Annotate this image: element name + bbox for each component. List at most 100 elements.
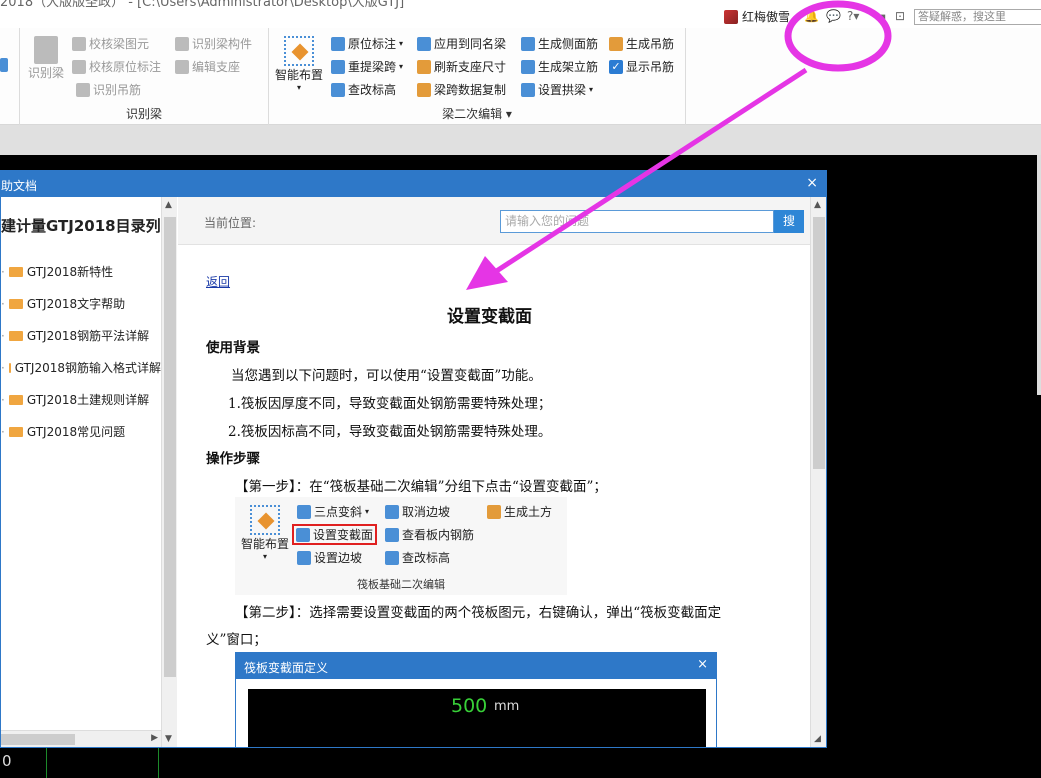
- ribbon: 识别梁 校核梁图元 识别梁构件 校核原位标注 编辑支座 识别吊筋 识别梁 智能布…: [0, 28, 1041, 125]
- list-item: 2.筏板因标高不同，导致变截面处钢筋需要特殊处理。: [228, 424, 552, 440]
- window-title: 2018（大版版圣政） - [C:\Users\Administrator\De…: [0, 0, 405, 10]
- scroll-up-icon[interactable]: ▲: [814, 200, 821, 210]
- embed-group-label: 筏板基础二次编辑: [357, 578, 445, 591]
- re-extract-span-button[interactable]: 重提梁跨 ▾: [331, 58, 403, 75]
- scroll-thumb[interactable]: [1, 734, 75, 745]
- avatar: [724, 9, 738, 24]
- tree-item[interactable]: · GTJ2018新特性: [1, 263, 161, 280]
- copy-span-data-button[interactable]: 梁跨数据复制: [417, 81, 506, 98]
- view-slab-rebar-item: 查看板内钢筋: [385, 526, 474, 543]
- refresh-icon: [417, 59, 431, 74]
- folder-icon: [8, 298, 23, 309]
- tree-item[interactable]: · GTJ2018土建规则详解: [1, 391, 161, 408]
- status-bar: 0: [0, 748, 1041, 778]
- item-label: 设置边坡: [314, 551, 363, 565]
- variable-section-icon: [296, 527, 310, 542]
- close-icon[interactable]: ×: [806, 175, 818, 191]
- user-account[interactable]: 红梅傲雪: [724, 8, 790, 25]
- scroll-down-icon[interactable]: ▼: [165, 734, 172, 744]
- set-variable-section-item: 设置变截面: [292, 524, 378, 545]
- hanger-icon: [609, 36, 623, 51]
- status-divider: [158, 748, 159, 778]
- help-search-input[interactable]: 请输入您的问题: [500, 210, 774, 233]
- restore-icon[interactable]: ⊡: [895, 9, 905, 23]
- folder-icon: [8, 362, 11, 373]
- apply-icon: [417, 36, 431, 51]
- help-title-bar[interactable]: 助文档 ×: [1, 171, 826, 197]
- show-hanger-checkbox[interactable]: ✓ 显示吊筋: [609, 58, 674, 75]
- drawing-scrollbar[interactable]: [1037, 155, 1041, 395]
- help-tree-panel: 建计量GTJ2018目录列 · GTJ2018新特性 · GTJ2018文字帮助 ·…: [1, 197, 161, 747]
- tree-item[interactable]: · GTJ2018钢筋输入格式详解: [1, 359, 161, 376]
- slope-icon: [297, 504, 311, 519]
- smart-layout-button[interactable]: 智能布置 ▾: [275, 36, 323, 92]
- refresh-support-label: 刷新支座尺寸: [434, 60, 507, 74]
- item-label: 设置变截面: [313, 528, 374, 542]
- check-annotation-label: 校核原位标注: [89, 60, 162, 74]
- edit-support-label: 编辑支座: [192, 60, 241, 74]
- scroll-thumb[interactable]: [813, 217, 825, 469]
- generate-hanger-button[interactable]: 生成吊筋: [609, 35, 674, 52]
- hanger-icon: [76, 82, 90, 97]
- tree-item[interactable]: · GTJ2018文字帮助: [1, 295, 161, 312]
- chat-icon[interactable]: 💬: [826, 9, 841, 23]
- dropdown-arrow-icon: ▾: [399, 39, 404, 48]
- group-label-beam-edit[interactable]: 梁二次编辑 ▾: [269, 105, 685, 122]
- arch-icon: [521, 82, 535, 97]
- ribbon-group-beam-edit: 智能布置 ▾ 原位标注 ▾ 重提梁跨 ▾ 查改标高 应用到同名梁 刷新支座尺寸 梁跨…: [269, 28, 686, 125]
- scroll-thumb[interactable]: [164, 217, 176, 677]
- help-search-button[interactable]: 搜: [774, 210, 804, 233]
- top-search-input[interactable]: 答疑解惑，搜这里: [914, 9, 1041, 25]
- check-elevation-button[interactable]: 查改标高: [331, 81, 396, 98]
- help-icon[interactable]: ?▾: [847, 9, 859, 23]
- check-beam-label: 校核梁图元: [89, 37, 150, 51]
- generate-earthwork-item: 生成土方: [487, 503, 552, 520]
- copy-icon: [417, 82, 431, 97]
- tree-item-label: GTJ2018新特性: [26, 265, 114, 279]
- arch-beam-button[interactable]: 设置拱梁 ▾: [521, 81, 593, 98]
- inplace-annotation-label: 原位标注: [348, 37, 397, 51]
- dialog-title-bar: 筏板变截面定义 ×: [236, 653, 716, 679]
- recognize-hanger-label: 识别吊筋: [93, 83, 142, 97]
- tree-item[interactable]: · GTJ2018常见问题: [1, 423, 161, 440]
- partial-icon: [0, 58, 8, 72]
- step-two-text-cont: 义”窗口；: [206, 632, 267, 648]
- edit-support-button[interactable]: 编辑支座: [175, 58, 240, 75]
- erection-rebar-button[interactable]: 生成架立筋: [521, 58, 598, 75]
- check-annotation-button[interactable]: 校核原位标注: [72, 58, 161, 75]
- beam-icon: [34, 36, 58, 64]
- back-link[interactable]: 返回: [206, 273, 230, 290]
- item-label: 生成土方: [504, 505, 553, 519]
- scroll-up-icon[interactable]: ▲: [165, 200, 172, 210]
- earthwork-icon: [487, 504, 501, 519]
- folder-icon: [8, 266, 23, 277]
- resize-grip-icon[interactable]: ◢: [814, 734, 821, 744]
- recognize-beam-member-button[interactable]: 识别梁构件: [175, 35, 252, 52]
- minimize-icon[interactable]: ▬: [875, 9, 886, 23]
- rebar-icon: [385, 527, 399, 542]
- tree-horizontal-scrollbar[interactable]: ▶: [1, 730, 161, 747]
- recognize-beam-button[interactable]: 识别梁: [28, 36, 64, 81]
- tree-vertical-scrollbar[interactable]: ▲ ▼: [161, 197, 177, 747]
- scroll-right-icon[interactable]: ▶: [151, 733, 158, 743]
- dropdown-arrow-icon: ▾: [589, 85, 594, 94]
- three-point-slope-item: 三点变斜 ▾: [297, 503, 369, 520]
- re-extract-span-label: 重提梁跨: [348, 60, 397, 74]
- inplace-annotation-button[interactable]: 原位标注 ▾: [331, 35, 403, 52]
- dimension-value: 500: [451, 695, 488, 717]
- folder-icon: [8, 330, 23, 341]
- side-rebar-button[interactable]: 生成侧面筋: [521, 35, 598, 52]
- dropdown-arrow-icon: ▾: [297, 83, 302, 92]
- item-label: 三点变斜: [314, 505, 363, 519]
- content-vertical-scrollbar[interactable]: ▲ ◢: [810, 197, 826, 747]
- title-bar: 2018（大版版圣政） - [C:\Users\Administrator\De…: [0, 0, 1041, 28]
- folder-icon: [8, 394, 23, 405]
- tree-item[interactable]: · GTJ2018钢筋平法详解: [1, 327, 161, 344]
- bell-icon[interactable]: 🔔: [804, 9, 819, 23]
- check-icon: [72, 36, 86, 51]
- apply-same-name-button[interactable]: 应用到同名梁: [417, 35, 506, 52]
- refresh-support-button[interactable]: 刷新支座尺寸: [417, 58, 506, 75]
- check-beam-button[interactable]: 校核梁图元: [72, 35, 149, 52]
- show-hanger-label: 显示吊筋: [626, 60, 675, 74]
- recognize-hanger-button[interactable]: 识别吊筋: [76, 81, 141, 98]
